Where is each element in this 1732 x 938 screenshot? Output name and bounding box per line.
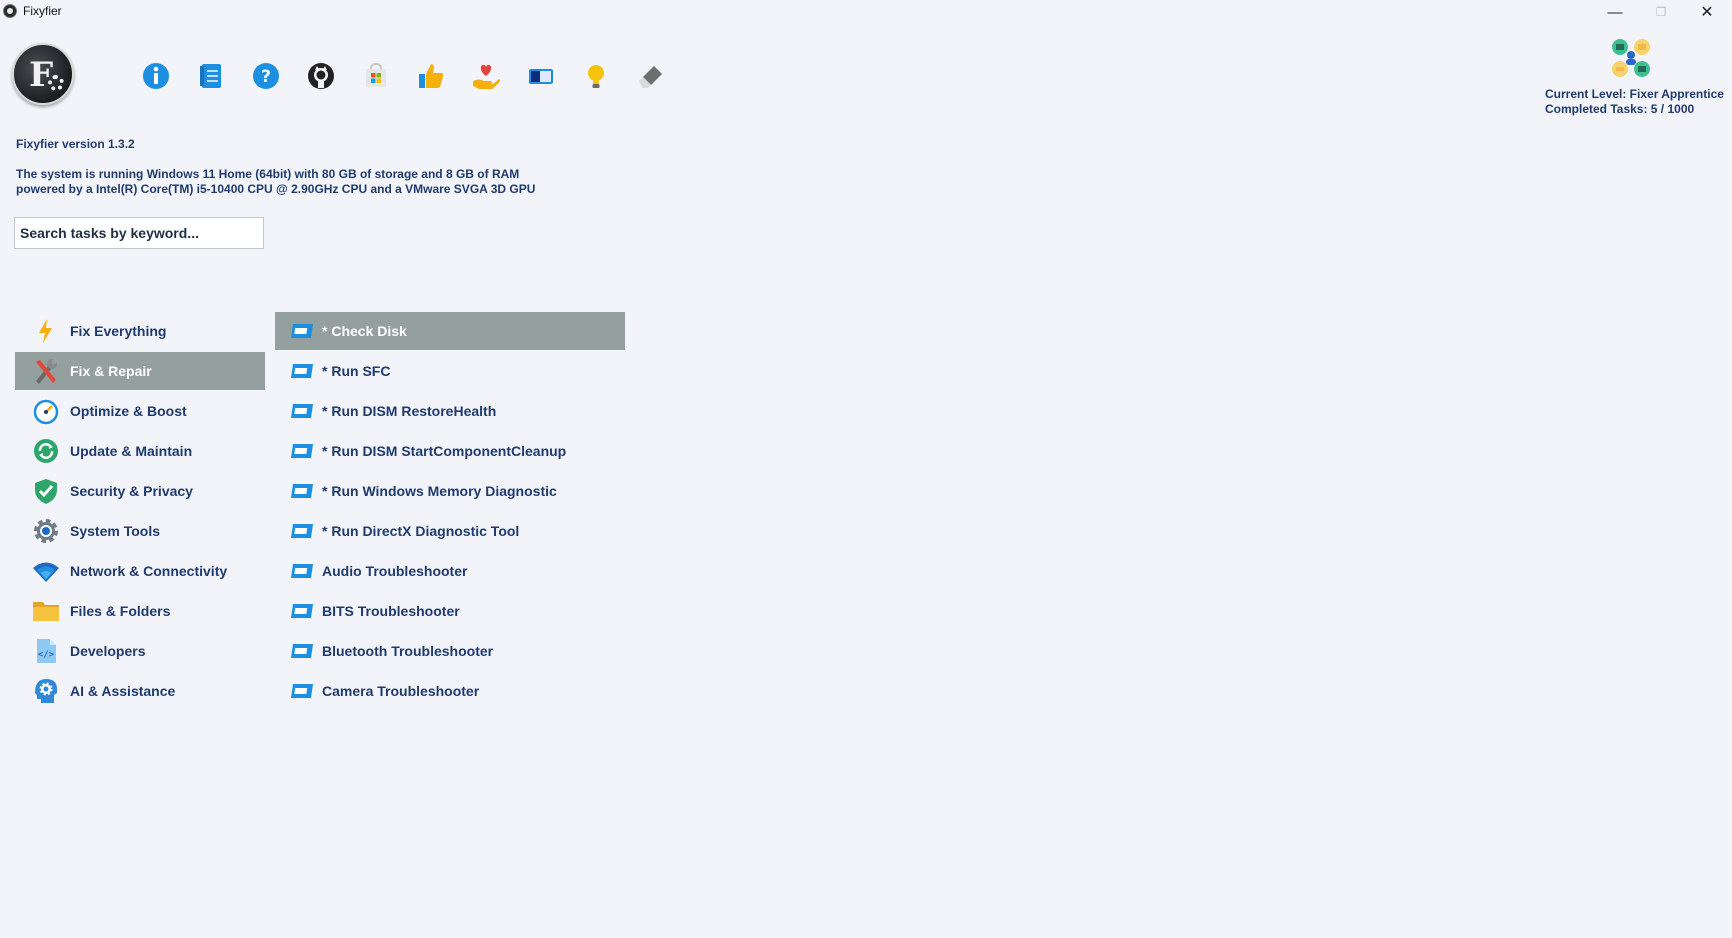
task-label: Audio Troubleshooter [322,563,468,579]
task-label: * Run DISM RestoreHealth [322,403,497,419]
task-item[interactable]: * Run DISM RestoreHealth [275,392,625,430]
completed-tasks-text: Completed Tasks: 5 / 1000 [1545,102,1695,116]
github-icon[interactable] [303,58,339,94]
level-info: Current Level: Fixer Apprentice Complete… [1545,87,1727,117]
help-icon[interactable]: ? [248,58,284,94]
category-label: Optimize & Boost [70,403,187,419]
toggle-icon[interactable] [523,58,559,94]
category-label: Developers [70,643,146,659]
category-item-files-folders[interactable]: Files & Folders [15,592,265,630]
ai-head-icon [31,676,61,706]
info-icon[interactable] [138,58,174,94]
task-console-icon [290,562,314,580]
task-label: * Run SFC [322,363,391,379]
task-console-icon [290,682,314,700]
system-info-line-1: The system is running Windows 11 Home (6… [16,167,520,181]
task-item[interactable]: BITS Troubleshooter [275,592,625,630]
minimize-button[interactable]: — [1592,0,1638,24]
task-item[interactable]: Camera Troubleshooter [275,672,625,710]
task-console-icon [290,522,314,540]
svg-text:?: ? [261,67,271,87]
category-label: AI & Assistance [70,683,176,699]
task-item[interactable]: Bluetooth Troubleshooter [275,632,625,670]
category-item-ai-assistance[interactable]: AI & Assistance [15,672,265,710]
task-item[interactable]: * Run SFC [275,352,625,390]
donate-icon[interactable] [468,58,504,94]
task-label: * Run DirectX Diagnostic Tool [322,523,520,539]
svg-text:</>: </> [38,650,55,660]
lightbulb-icon[interactable] [578,58,614,94]
category-label: System Tools [70,523,160,539]
notes-icon[interactable] [193,58,229,94]
shield-icon [31,476,61,506]
like-icon[interactable] [413,58,449,94]
lightning-icon [31,316,61,346]
system-info-line-2: powered by a Intel(R) Core(TM) i5-10400 … [16,182,536,196]
task-label: Camera Troubleshooter [322,683,480,699]
category-item-developers[interactable]: </> Developers [15,632,265,670]
eraser-icon[interactable] [633,58,669,94]
category-label: Update & Maintain [70,443,193,459]
app-logo: F [12,43,74,105]
code-file-icon: </> [31,636,61,666]
task-label: * Check Disk [322,323,407,339]
category-item-optimize-boost[interactable]: Optimize & Boost [15,392,265,430]
task-item[interactable]: Audio Troubleshooter [275,552,625,590]
folder-icon [31,596,61,626]
task-console-icon [290,482,314,500]
category-item-fix-repair[interactable]: Fix & Repair [15,352,265,390]
wifi-icon [31,556,61,586]
task-label: BITS Troubleshooter [322,603,460,619]
task-console-icon [290,322,314,340]
task-console-icon [290,442,314,460]
search-input[interactable] [14,217,264,249]
category-item-update-maintain[interactable]: Update & Maintain [15,432,265,470]
window-title: Fixyfier [23,4,62,18]
task-console-icon [290,402,314,420]
refresh-icon [31,436,61,466]
gauge-icon [31,396,61,426]
version-text: Fixyfier version 1.3.2 [16,137,135,151]
task-console-icon [290,642,314,660]
title-bar: Fixyfier — ❐ ✕ [0,0,1732,24]
category-label: Network & Connectivity [70,563,228,579]
category-list: Fix Everything Fix & Repair Optimize & B… [15,312,265,712]
category-label: Fix & Repair [70,363,152,379]
task-list: * Check Disk * Run SFC * Run DISM Restor… [275,312,625,712]
task-item[interactable]: * Run DISM StartComponentCleanup [275,432,625,470]
gear-icon [31,516,61,546]
level-badge-icon [1608,37,1658,81]
category-item-fix-everything[interactable]: Fix Everything [15,312,265,350]
maximize-button[interactable]: ❐ [1638,0,1684,24]
close-button[interactable]: ✕ [1684,0,1730,24]
system-info: The system is running Windows 11 Home (6… [16,167,535,197]
store-icon[interactable] [358,58,394,94]
task-label: * Run Windows Memory Diagnostic [322,483,557,499]
category-item-system-tools[interactable]: System Tools [15,512,265,550]
app-small-logo-icon [3,4,17,18]
task-item[interactable]: * Check Disk [275,312,625,350]
category-item-network-connectivity[interactable]: Network & Connectivity [15,552,265,590]
task-console-icon [290,602,314,620]
task-item[interactable]: * Run DirectX Diagnostic Tool [275,512,625,550]
task-label: Bluetooth Troubleshooter [322,643,494,659]
task-item[interactable]: * Run Windows Memory Diagnostic [275,472,625,510]
category-label: Fix Everything [70,323,167,339]
category-label: Files & Folders [70,603,171,619]
task-label: * Run DISM StartComponentCleanup [322,443,567,459]
task-console-icon [290,362,314,380]
category-label: Security & Privacy [70,483,193,499]
tools-icon [31,356,61,386]
current-level-text: Current Level: Fixer Apprentice [1545,87,1724,101]
category-item-security-privacy[interactable]: Security & Privacy [15,472,265,510]
